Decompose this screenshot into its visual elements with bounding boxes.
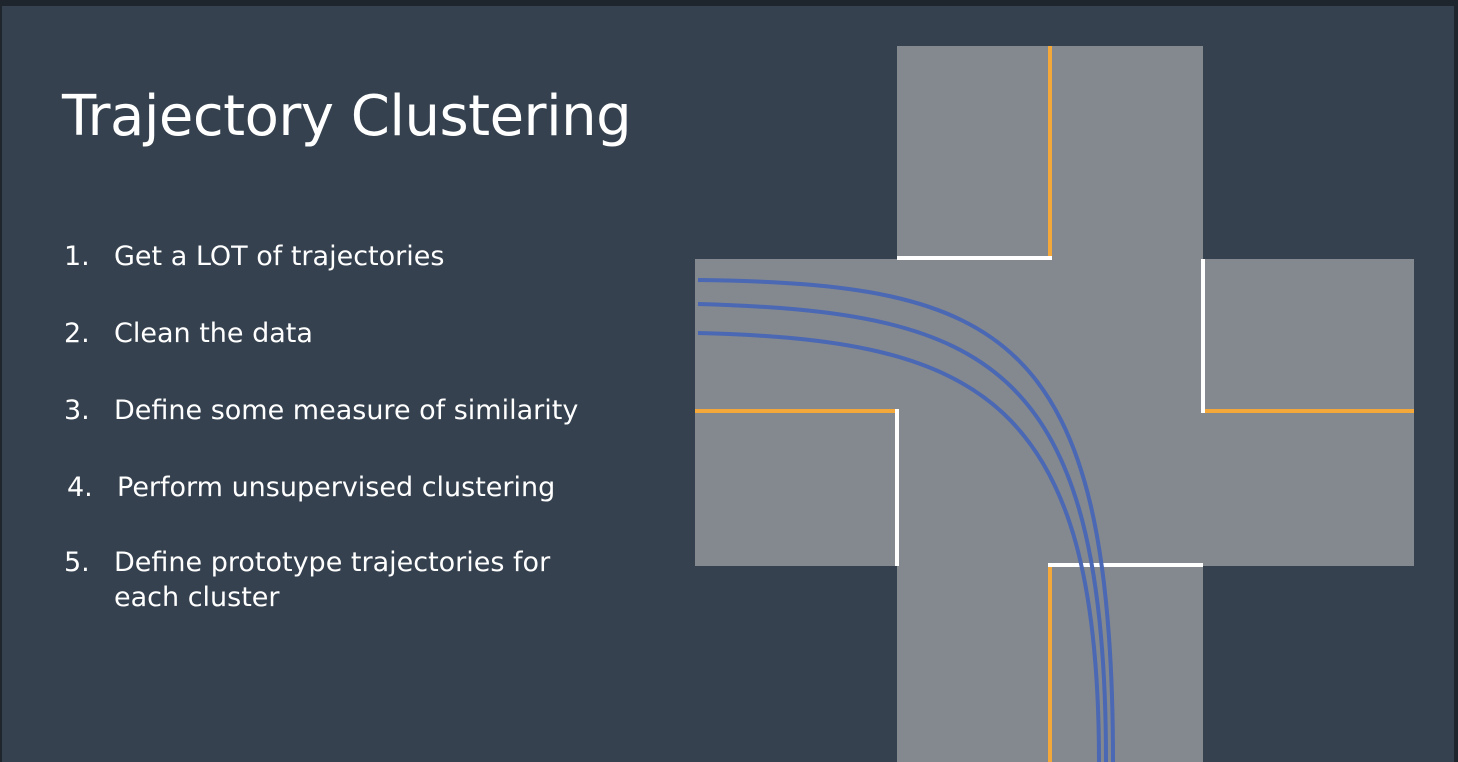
intersection-diagram — [695, 46, 1414, 762]
